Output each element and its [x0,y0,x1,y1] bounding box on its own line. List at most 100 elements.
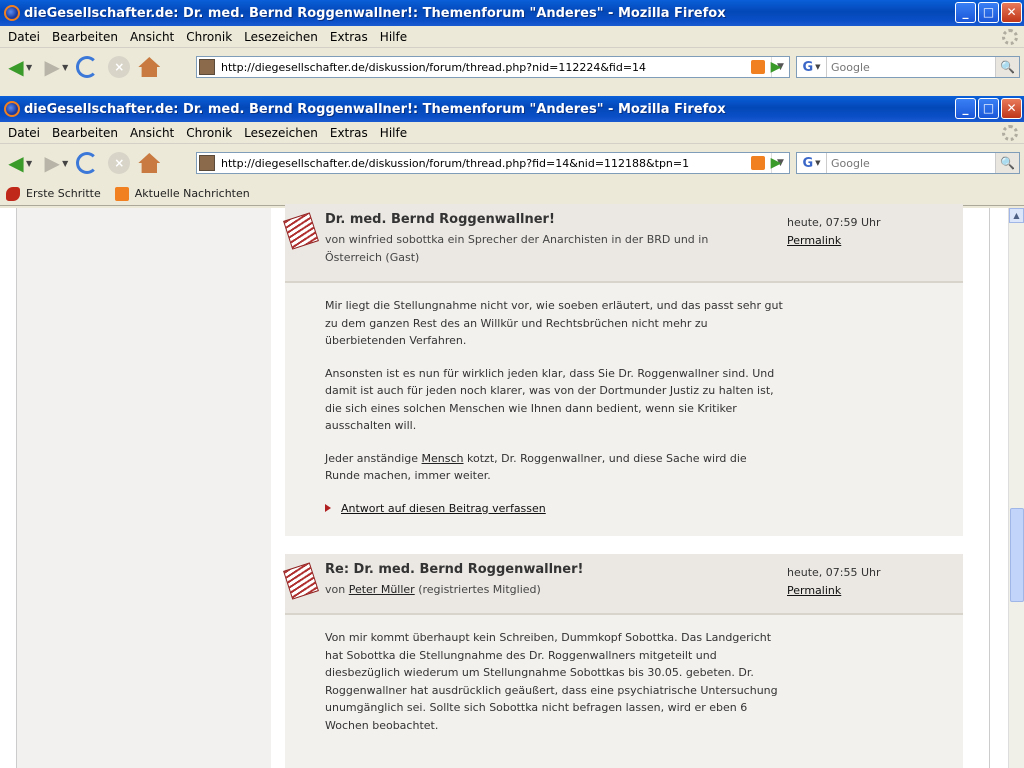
reload-icon[interactable] [76,152,99,174]
reload-icon[interactable] [76,56,99,78]
menu-ansicht[interactable]: Ansicht [124,30,180,44]
bookmark-label: Aktuelle Nachrichten [134,187,250,200]
triangle-bullet-icon [325,504,331,513]
home-icon[interactable] [138,57,161,77]
url-text[interactable]: http://diegesellschafter.de/diskussion/f… [221,157,751,170]
search-input[interactable] [827,60,995,74]
post-header: Dr. med. Bernd Roggenwallner! von winfri… [283,204,963,283]
search-engine-icon[interactable]: G ▼ [797,57,827,77]
post-paragraph: Jeder anständige Mensch kotzt, Dr. Rogge… [325,451,747,483]
go-arrow-icon[interactable]: ▶ [764,152,788,174]
menu-extras[interactable]: Extras [324,126,374,140]
forward-arrow-icon[interactable]: ▶ [40,55,64,79]
background-browser-window: dieGesellschafter.de: Dr. med. Bernd Rog… [0,0,1024,96]
scrollbar-thumb[interactable] [1010,508,1024,602]
post-author: von winfried sobottka ein Sprecher der A… [325,233,709,264]
bookmarks-toolbar: Erste Schritte Aktuelle Nachrichten [0,182,1024,206]
post-paragraph: Von mir kommt überhaupt kein Schreiben, … [325,631,778,732]
firefox-icon [4,5,20,21]
url-text[interactable]: http://diegesellschafter.de/diskussion/f… [221,61,751,74]
maximize-button[interactable]: □ [978,98,999,119]
address-bar[interactable]: http://diegesellschafter.de/diskussion/f… [196,56,790,78]
throbber-icon [1002,125,1018,141]
site-favicon-icon [199,59,215,75]
search-magnifier-icon[interactable]: 🔍 [995,57,1019,77]
post-time: heute, 07:55 Uhr [787,566,881,579]
post-header: Re: Dr. med. Bernd Roggenwallner! von Pe… [283,554,963,615]
back-arrow-icon[interactable]: ◀ [4,55,28,79]
navigation-toolbar: ◀ ▼ ▶ ▼ × http://diegesellschafter.de/disk… [0,48,1024,86]
post-body: Von mir kommt überhaupt kein Schreiben, … [285,615,963,767]
reply-link[interactable]: Antwort auf diesen Beitrag verfassen [341,500,546,518]
rss-feed-icon [114,186,129,201]
menu-lesezeichen[interactable]: Lesezeichen [238,126,324,140]
go-arrow-icon[interactable]: ▶ [764,56,788,78]
menu-bar: Datei Bearbeiten Ansicht Chronik Lesezei… [0,26,1024,48]
search-input[interactable] [827,156,995,170]
site-favicon-icon [199,155,215,171]
rss-feed-icon[interactable] [751,156,765,170]
menu-hilfe[interactable]: Hilfe [374,30,413,44]
close-button[interactable]: ✕ [1001,2,1022,23]
post-time: heute, 07:59 Uhr [787,216,881,229]
minimize-button[interactable]: _ [955,98,976,119]
post-paragraph: Ansonsten ist es nun für wirklich jeden … [325,366,775,433]
menu-chronik[interactable]: Chronik [180,126,238,140]
back-arrow-icon[interactable]: ◀ [4,151,28,175]
forum-page: Dr. med. Bernd Roggenwallner! von winfri… [16,204,990,768]
close-button[interactable]: ✕ [1001,98,1022,119]
address-bar[interactable]: http://diegesellschafter.de/diskussion/f… [196,152,790,174]
bookmark-aktuelle-nachrichten[interactable]: Aktuelle Nachrichten [114,186,250,201]
minimize-button[interactable]: _ [955,2,976,23]
reply-action[interactable]: Antwort auf diesen Beitrag verfassen [325,500,783,518]
menu-extras[interactable]: Extras [324,30,374,44]
post-author: von Peter Müller (registriertes Mitglied… [325,583,541,596]
throbber-icon [1002,29,1018,45]
window-title: dieGesellschafter.de: Dr. med. Bernd Rog… [24,101,726,117]
forward-dropdown-icon[interactable]: ▼ [62,159,68,168]
search-engine-icon[interactable]: G ▼ [797,153,827,173]
forward-dropdown-icon[interactable]: ▼ [62,63,68,72]
rss-feed-icon[interactable] [751,60,765,74]
scroll-up-icon[interactable]: ▲ [1009,208,1024,223]
forum-post: Dr. med. Bernd Roggenwallner! von winfri… [283,204,963,536]
post-meta: heute, 07:55 Uhr Permalink [787,564,881,600]
menu-datei[interactable]: Datei [2,126,46,140]
menu-hilfe[interactable]: Hilfe [374,126,413,140]
forward-arrow-icon[interactable]: ▶ [40,151,64,175]
menu-bearbeiten[interactable]: Bearbeiten [46,30,124,44]
menu-bearbeiten[interactable]: Bearbeiten [46,126,124,140]
permalink-link[interactable]: Permalink [787,232,881,250]
title-bar[interactable]: dieGesellschafter.de: Dr. med. Bernd Rog… [0,96,1024,122]
author-link[interactable]: Peter Müller [349,583,415,596]
home-icon[interactable] [138,153,161,173]
bookmark-erste-schritte[interactable]: Erste Schritte [6,186,101,201]
menu-chronik[interactable]: Chronik [180,30,238,44]
post-notepad-icon [283,562,319,600]
menu-ansicht[interactable]: Ansicht [124,126,180,140]
menu-lesezeichen[interactable]: Lesezeichen [238,30,324,44]
title-bar[interactable]: dieGesellschafter.de: Dr. med. Bernd Rog… [0,0,1024,26]
maximize-button[interactable]: □ [978,2,999,23]
permalink-link[interactable]: Permalink [787,582,881,600]
stop-icon[interactable]: × [108,152,131,174]
forum-post: Re: Dr. med. Bernd Roggenwallner! von Pe… [283,554,963,768]
vertical-scrollbar[interactable]: ▲ [1008,208,1024,768]
post-meta: heute, 07:59 Uhr Permalink [787,214,881,250]
search-magnifier-icon[interactable]: 🔍 [995,153,1019,173]
bookmark-label: Erste Schritte [26,187,101,200]
window-title: dieGesellschafter.de: Dr. med. Bernd Rog… [24,5,726,21]
menu-bar: Datei Bearbeiten Ansicht Chronik Lesezei… [0,122,1024,144]
page-viewport: Dr. med. Bernd Roggenwallner! von winfri… [0,204,1024,768]
browser-window: dieGesellschafter.de: Dr. med. Bernd Rog… [0,96,1024,768]
menu-datei[interactable]: Datei [2,30,46,44]
search-bar: G▼ 🔍 [796,56,1020,78]
mensch-link[interactable]: Mensch [422,452,464,465]
firefox-icon [4,101,20,117]
post-body: Mir liegt die Stellungnahme nicht vor, w… [285,283,963,535]
back-dropdown-icon[interactable]: ▼ [26,63,32,72]
sidebar-panel [17,208,271,768]
navigation-toolbar: ◀ ▼ ▶ ▼ × http://diegesellschafter.de/disk… [0,144,1024,182]
stop-icon[interactable]: × [108,56,131,78]
back-dropdown-icon[interactable]: ▼ [26,159,32,168]
